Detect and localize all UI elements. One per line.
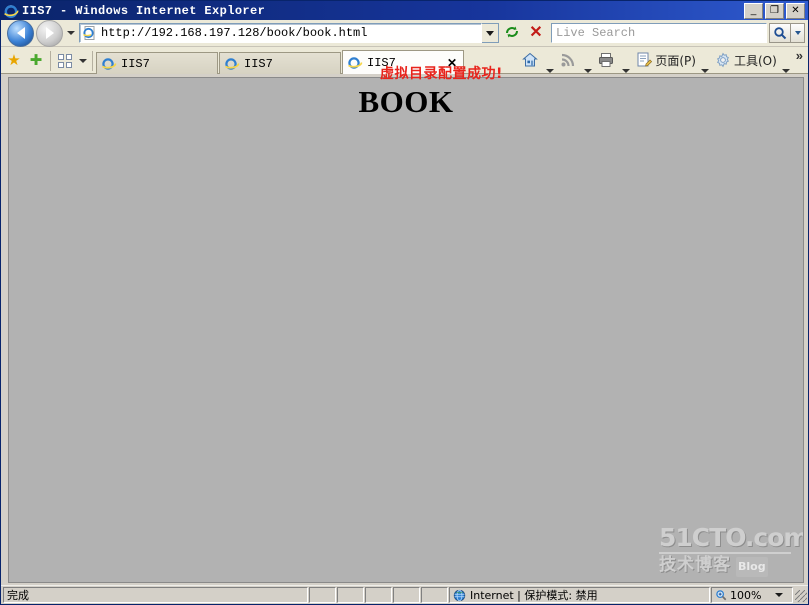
- refresh-icon: [504, 24, 520, 43]
- chevron-down-icon: [78, 59, 87, 63]
- home-icon: [521, 51, 539, 69]
- feeds-dropdown-icon[interactable]: [584, 69, 593, 73]
- window-controls: _ ❐ ✕: [744, 2, 807, 19]
- watermark-badge: Blog: [736, 557, 768, 577]
- printer-icon: [597, 51, 615, 69]
- page-favicon-icon: [82, 25, 98, 41]
- print-dropdown-icon[interactable]: [622, 69, 631, 73]
- home-button[interactable]: [520, 48, 542, 72]
- close-button[interactable]: ✕: [786, 2, 805, 19]
- status-slot-3: [365, 587, 392, 603]
- back-arrow-icon: [16, 27, 25, 39]
- address-url-text: http://192.168.197.128/book/book.html: [101, 26, 368, 40]
- toolbar-separator: [50, 51, 51, 71]
- security-zone-text: Internet | 保护模式: 禁用: [470, 589, 598, 602]
- page-heading: BOOK: [358, 84, 454, 119]
- watermark: 51CTO.com 技术博客 Blog: [659, 523, 804, 577]
- internet-explorer-icon: [3, 3, 19, 19]
- page-menu-button[interactable]: 页面(P): [634, 48, 697, 72]
- minimize-button[interactable]: _: [744, 2, 763, 19]
- quick-tabs-button[interactable]: [54, 50, 76, 72]
- status-slot-4: [393, 587, 420, 603]
- tools-menu-button[interactable]: 工具(O): [713, 48, 778, 72]
- watermark-site: 51CTO.com: [659, 523, 804, 552]
- annotation-text: 虚拟目录配置成功!: [380, 66, 503, 82]
- tools-menu-label: 工具(O): [733, 53, 777, 68]
- print-button[interactable]: [596, 48, 618, 72]
- watermark-subtitle-row: 技术博客 Blog: [659, 555, 797, 577]
- web-page-content: BOOK 51CTO.com 技术博客 Blog: [8, 77, 804, 583]
- favorites-center-button[interactable]: ★: [3, 48, 25, 72]
- browser-window: IIS7 - Windows Internet Explorer _ ❐ ✕ h…: [0, 0, 809, 605]
- zoom-control[interactable]: 100%: [711, 587, 793, 603]
- tab-list-dropdown[interactable]: [76, 50, 89, 72]
- history-dropdown-icon[interactable]: [67, 31, 75, 35]
- tab-iis7-1[interactable]: IIS7: [96, 52, 218, 74]
- content-area-wrapper: BOOK 51CTO.com 技术博客 Blog: [1, 74, 808, 585]
- toolbar-separator-2: [92, 51, 93, 71]
- page-menu-label: 页面(P): [655, 53, 696, 68]
- address-input[interactable]: http://192.168.197.128/book/book.html: [79, 23, 482, 43]
- refresh-button[interactable]: [501, 22, 523, 44]
- toolbar-overflow-button[interactable]: »: [794, 48, 806, 69]
- tab-iis7-2[interactable]: IIS7: [219, 52, 341, 74]
- zoom-level-text: 100%: [730, 588, 762, 602]
- search-provider-dropdown[interactable]: [791, 23, 805, 43]
- add-to-favorites-button[interactable]: ✚: [25, 48, 47, 72]
- page-icon: [635, 51, 653, 69]
- restore-button[interactable]: ❐: [765, 2, 784, 19]
- feeds-button[interactable]: [558, 48, 580, 72]
- status-slot-5: [421, 587, 448, 603]
- add-star-icon: ✚: [29, 51, 43, 69]
- page-dropdown-icon[interactable]: [700, 69, 709, 73]
- rss-feed-icon: [559, 51, 577, 69]
- tab-label: IIS7: [121, 56, 150, 71]
- search-go-button[interactable]: [769, 23, 791, 43]
- stop-button[interactable]: ✕: [525, 22, 547, 44]
- magnifier-icon: [774, 27, 787, 40]
- forward-button[interactable]: [36, 19, 63, 47]
- status-slot-1: [309, 587, 336, 603]
- forward-arrow-icon: [45, 27, 54, 39]
- globe-icon: [453, 589, 466, 601]
- tab-favicon-icon: [347, 55, 363, 71]
- address-dropdown-icon[interactable]: [482, 23, 499, 43]
- window-title: IIS7 - Windows Internet Explorer: [22, 3, 266, 18]
- tab-label: IIS7: [244, 56, 273, 71]
- gear-icon: [714, 51, 732, 69]
- home-dropdown-icon[interactable]: [546, 69, 555, 73]
- grip-lines-icon: [795, 590, 807, 602]
- status-text: 完成: [3, 587, 308, 603]
- tools-dropdown-icon[interactable]: [781, 69, 790, 73]
- star-icon: ★: [7, 51, 21, 69]
- back-button[interactable]: [7, 19, 34, 47]
- status-slot-2: [337, 587, 364, 603]
- zoom-in-icon: [716, 590, 727, 601]
- address-bar-row: http://192.168.197.128/book/book.html ✕ …: [1, 19, 808, 82]
- watermark-divider: [659, 552, 791, 554]
- zoom-dropdown-icon[interactable]: [775, 593, 783, 597]
- search-placeholder: Live Search: [556, 26, 636, 40]
- stop-icon: ✕: [529, 24, 543, 41]
- search-input[interactable]: Live Search: [551, 23, 767, 43]
- tab-favicon-icon: [101, 56, 117, 72]
- status-bar: 完成 Internet | 保护模式: 禁用 100%: [1, 585, 808, 604]
- resize-grip[interactable]: [793, 587, 807, 603]
- title-bar: IIS7 - Windows Internet Explorer _ ❐ ✕: [1, 1, 808, 20]
- tab-favicon-icon: [224, 56, 240, 72]
- watermark-subtitle: 技术博客: [659, 555, 731, 575]
- quick-tabs-icon: [58, 54, 72, 68]
- security-zone-panel[interactable]: Internet | 保护模式: 禁用: [449, 587, 710, 603]
